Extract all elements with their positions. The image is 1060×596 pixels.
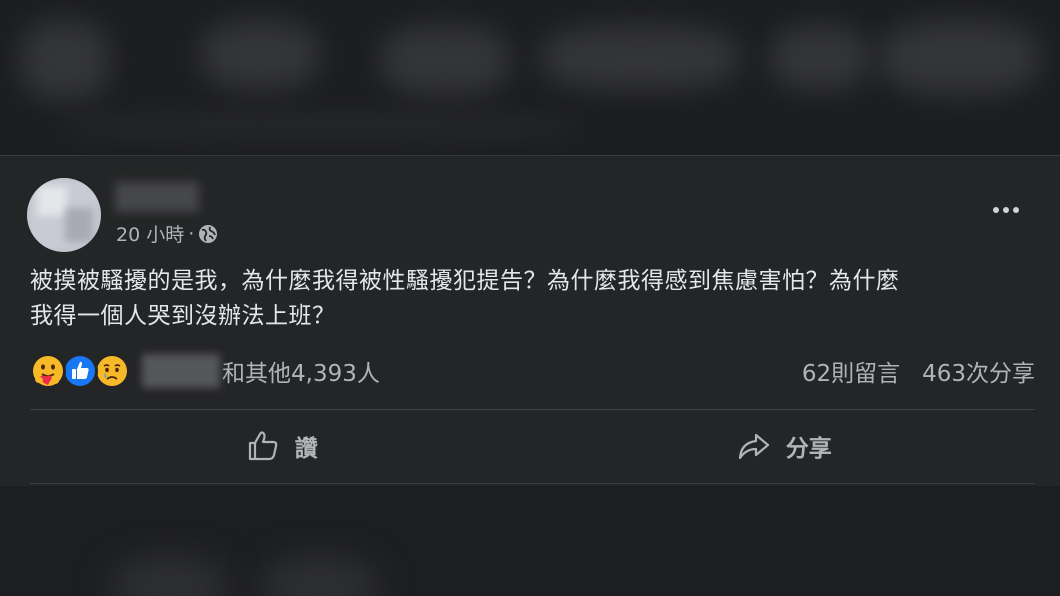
meta-separator: · xyxy=(188,222,195,245)
share-arrow-icon xyxy=(738,433,769,460)
engagement-counts: 62則留言 463次分享 xyxy=(802,354,1035,388)
reactions-others-text[interactable]: 和其他4,393人 xyxy=(222,354,380,388)
globe-icon[interactable] xyxy=(198,224,218,244)
like-button[interactable]: 讚 xyxy=(30,412,533,480)
like-button-label: 讚 xyxy=(294,436,318,462)
divider xyxy=(30,483,1035,484)
author-name-blurred[interactable] xyxy=(115,182,199,212)
thumbs-up-icon xyxy=(248,431,278,461)
post-card: 20 小時 · 被摸被騷擾的是我，為什麼我得被性騷擾犯提告？為什麼我得感到焦慮害… xyxy=(0,155,1060,487)
post-text: 被摸被騷擾的是我，為什麼我得被性騷擾犯提告？為什麼我得感到焦慮害怕？為什麼 我得… xyxy=(30,264,1040,334)
more-dot-icon xyxy=(1013,207,1019,213)
more-options-button[interactable] xyxy=(990,198,1022,222)
screenshot-frame: 20 小時 · 被摸被騷擾的是我，為什麼我得被性騷擾犯提告？為什麼我得感到焦慮害… xyxy=(0,0,1060,596)
reactor-names-blurred[interactable] xyxy=(142,354,220,388)
more-dot-icon xyxy=(1003,207,1009,213)
shares-count[interactable]: 463次分享 xyxy=(922,354,1035,388)
post-text-line: 我得一個人哭到沒辦法上班？ xyxy=(30,303,336,329)
post-meta: 20 小時 · xyxy=(116,220,218,247)
avatar[interactable] xyxy=(27,178,101,252)
post-actions-bar: 讚 分享 xyxy=(30,412,1035,480)
share-button[interactable]: 分享 xyxy=(533,412,1036,480)
post-text-line: 被摸被騷擾的是我，為什麼我得被性騷擾犯提告？為什麼我得感到焦慮害怕？為什麼 xyxy=(30,268,900,294)
comments-count[interactable]: 62則留言 xyxy=(802,354,900,388)
sad-emoji-icon xyxy=(94,353,130,389)
more-dot-icon xyxy=(993,207,999,213)
blurred-header-area xyxy=(0,0,1060,155)
reactions-summary[interactable]: 和其他4,393人 xyxy=(30,353,380,389)
blurred-footer-area xyxy=(0,486,1060,596)
divider xyxy=(30,409,1035,410)
care-emoji-icon xyxy=(30,353,66,389)
post-timestamp[interactable]: 20 小時 xyxy=(116,220,184,247)
like-emoji-icon xyxy=(62,353,98,389)
share-button-label: 分享 xyxy=(785,436,832,462)
